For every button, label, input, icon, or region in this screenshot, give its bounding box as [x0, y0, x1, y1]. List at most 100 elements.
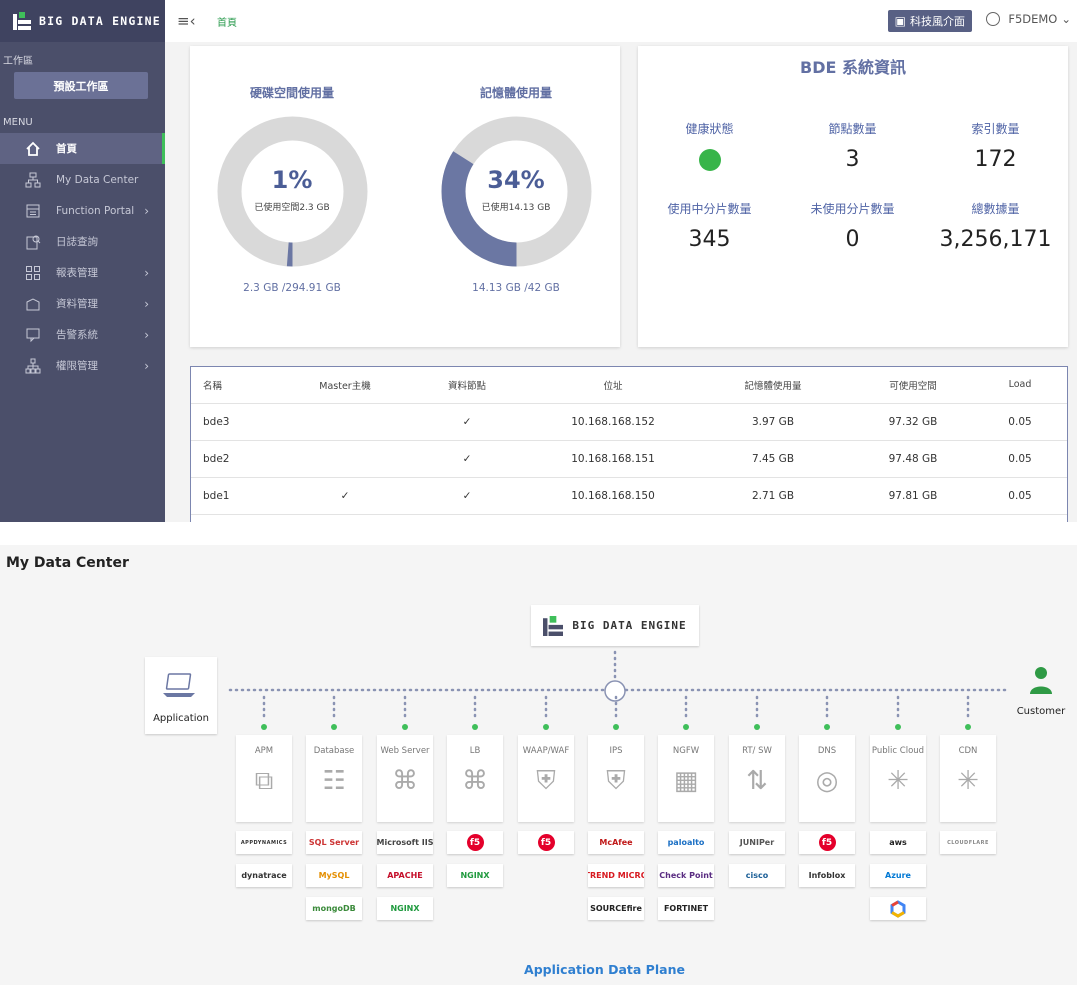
category-connector-dot: [824, 724, 830, 730]
vendor-tile[interactable]: MySQL: [306, 864, 362, 887]
category-connector-dot: [754, 724, 760, 730]
vendor-tile[interactable]: cisco: [729, 864, 785, 887]
vendor-tile[interactable]: APPDYNAMICS: [236, 831, 292, 854]
brand-header[interactable]: BIG DATA ENGINE: [0, 0, 165, 42]
vendor-tile[interactable]: aws: [870, 831, 926, 854]
sidebar-item-log-search[interactable]: 日誌查詢: [0, 226, 165, 257]
sidebar-item-alerts[interactable]: 告警系統 ›: [0, 319, 165, 350]
category-box[interactable]: IPS ⛨: [588, 735, 644, 822]
data-node-check: ✓: [401, 403, 533, 441]
column-header[interactable]: 資料節點: [401, 367, 533, 404]
column-header[interactable]: 記憶體使用量: [693, 367, 853, 404]
customer[interactable]: Customer: [1013, 666, 1069, 717]
breadcrumb[interactable]: 首頁: [217, 14, 237, 29]
vendor-name: aws: [889, 838, 907, 847]
vendor-tile[interactable]: [870, 897, 926, 920]
chevron-right-icon: ›: [144, 296, 149, 311]
node-count: 節點數量 3: [781, 120, 924, 175]
category-connector-dot: [613, 724, 619, 730]
vendor-tile[interactable]: mongoDB: [306, 897, 362, 920]
vendor-tile[interactable]: SQL Server: [306, 831, 362, 854]
category-box[interactable]: Public Cloud ✳: [870, 735, 926, 822]
chevron-right-icon: ›: [144, 265, 149, 280]
category-label: DNS: [817, 746, 837, 756]
sidebar-item-data-management[interactable]: 資料管理 ›: [0, 288, 165, 319]
tech-ui-button[interactable]: ▣ 科技風介面: [887, 10, 972, 32]
chevron-right-icon: ›: [144, 203, 149, 218]
log-search-icon: [24, 233, 42, 251]
vendor-name: TREND MICRO: [588, 871, 644, 880]
index-count: 索引數量 172: [924, 120, 1067, 175]
vendor-name: Azure: [885, 871, 911, 880]
category-box[interactable]: LB ⌘: [447, 735, 503, 822]
vendor-tile[interactable]: APACHE: [377, 864, 433, 887]
menu-collapse-icon[interactable]: ≡‹: [177, 12, 196, 30]
category-box[interactable]: WAAP/WAF ⛨: [518, 735, 574, 822]
category-box[interactable]: NGFW ▦: [658, 735, 714, 822]
sidebar: BIG DATA ENGINE 工作區 預設工作區 MENU 首頁 My Dat…: [0, 0, 165, 522]
vendor-tile[interactable]: SOURCEfire: [588, 897, 644, 920]
category-connector-dot: [543, 724, 549, 730]
column-header[interactable]: 名稱: [191, 367, 289, 404]
sidebar-item-label: My Data Center: [56, 173, 139, 186]
workspace-button[interactable]: 預設工作區: [14, 72, 148, 99]
vendor-tile[interactable]: f5: [447, 831, 503, 854]
vendor-tile[interactable]: paloalto: [658, 831, 714, 854]
vendor-name: NGINX: [460, 871, 490, 880]
vendor-tile[interactable]: NGINX: [377, 897, 433, 920]
vendor-tile[interactable]: Microsoft IIS: [377, 831, 433, 854]
menu-section-label: MENU: [3, 117, 33, 128]
table-row[interactable]: bde2 ✓ 10.168.168.151 7.45 GB 97.48 GB 0…: [191, 440, 1067, 478]
category-box[interactable]: Web Server ⌘: [377, 735, 433, 822]
vendor-tile[interactable]: f5: [518, 831, 574, 854]
vendor-tile[interactable]: NGINX: [447, 864, 503, 887]
vendor-tile[interactable]: CLOUDFLARE: [940, 831, 996, 854]
system-info-card: BDE 系統資訊 健康狀態 節點數量 3 索引數量 172 使用中分片數量 34…: [638, 46, 1068, 347]
vendor-tile[interactable]: dynatrace: [236, 864, 292, 887]
application-box[interactable]: Application: [145, 657, 217, 734]
index-count-label: 索引數量: [971, 122, 1020, 136]
category-box[interactable]: RT/ SW ⇅: [729, 735, 785, 822]
category-box[interactable]: DNS ◎: [799, 735, 855, 822]
category-box[interactable]: APM ⧉: [236, 735, 292, 822]
total-docs: 總數據量 3,256,171: [924, 200, 1067, 255]
user-menu[interactable]: F5DEMO ⌄: [986, 12, 1071, 26]
vendor-tile[interactable]: Infoblox: [799, 864, 855, 887]
active-shards-value: 345: [688, 227, 731, 252]
vendor-tile[interactable]: Azure: [870, 864, 926, 887]
sidebar-item-function-portal[interactable]: Function Portal ›: [0, 195, 165, 226]
customer-icon: [1030, 667, 1052, 694]
bde-center-box[interactable]: BIG DATA ENGINE: [531, 605, 699, 646]
vendor-tile[interactable]: Check Point: [658, 864, 714, 887]
total-docs-value: 3,256,171: [939, 227, 1052, 252]
vendor-tile[interactable]: TREND MICRO: [588, 864, 644, 887]
sidebar-menu: 首頁 My Data Center Function Portal › 日誌查詢…: [0, 133, 165, 381]
column-header[interactable]: Master主機: [289, 367, 401, 404]
category-icon: ▦: [673, 766, 699, 796]
node-count-value: 3: [845, 147, 860, 172]
master-check: [289, 403, 401, 441]
health-status-label: 健康狀態: [685, 122, 734, 136]
node-name: bde3: [191, 403, 289, 441]
workspace-section-label: 工作區: [3, 56, 33, 67]
vendor-tile[interactable]: f5: [799, 831, 855, 854]
vendor-name: SQL Server: [308, 838, 360, 847]
vendor-tile[interactable]: JUNIPer: [729, 831, 785, 854]
category-box[interactable]: CDN ✳: [940, 735, 996, 822]
sidebar-item-home[interactable]: 首頁: [0, 133, 165, 164]
application-label: Application: [153, 713, 209, 724]
category-label: Database: [313, 746, 355, 756]
category-box[interactable]: Database ☷: [306, 735, 362, 822]
table-row[interactable]: bde3 ✓ 10.168.168.152 3.97 GB 97.32 GB 0…: [191, 403, 1067, 441]
sidebar-item-permissions[interactable]: 權限管理 ›: [0, 350, 165, 381]
vendor-tile[interactable]: McAfee: [588, 831, 644, 854]
column-header[interactable]: 可使用空間: [853, 367, 973, 404]
category-icon: ✳: [957, 766, 979, 796]
vendor-tile[interactable]: FORTINET: [658, 897, 714, 920]
table-row[interactable]: bde1 ✓ ✓ 10.168.168.150 2.71 GB 97.81 GB…: [191, 477, 1067, 515]
sidebar-item-reports[interactable]: 報表管理 ›: [0, 257, 165, 288]
table-header-row: 名稱 Master主機 資料節點 位址 記憶體使用量 可使用空間 Load: [191, 367, 1067, 404]
column-header[interactable]: Load: [973, 367, 1067, 404]
column-header[interactable]: 位址: [533, 367, 693, 404]
sidebar-item-my-data-center[interactable]: My Data Center: [0, 164, 165, 195]
